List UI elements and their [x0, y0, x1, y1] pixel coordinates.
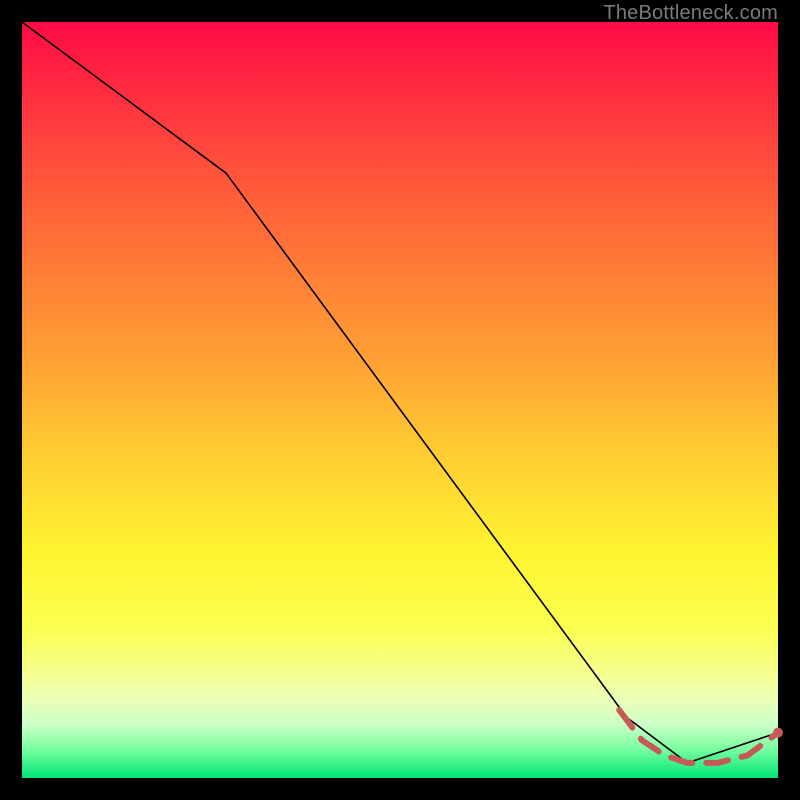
- optimal-region-line: [619, 710, 778, 763]
- chart-frame: TheBottleneck.com: [0, 0, 800, 800]
- end-point-marker: [773, 728, 783, 738]
- bottleneck-curve: [22, 22, 778, 763]
- chart-overlay: [22, 22, 778, 778]
